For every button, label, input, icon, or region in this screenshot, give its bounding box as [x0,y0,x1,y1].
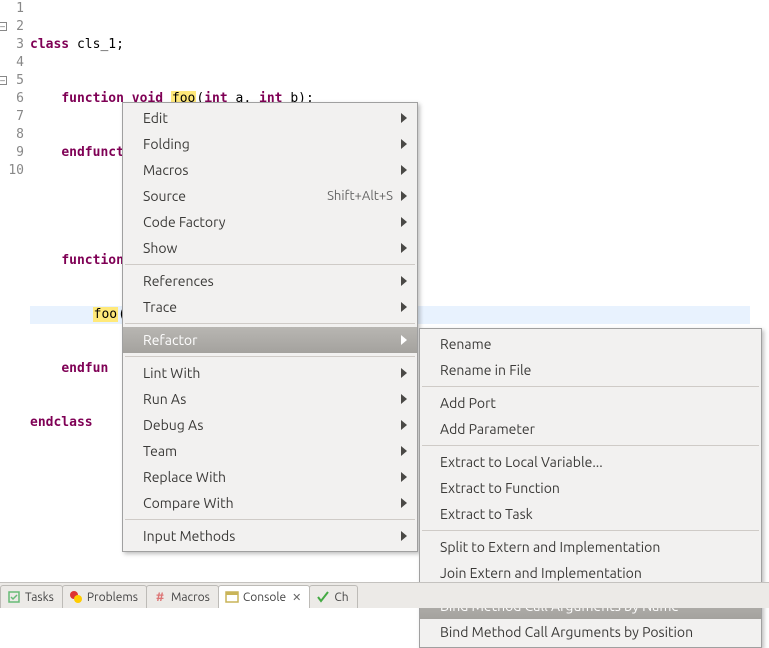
menu-trace[interactable]: Trace [123,294,417,320]
menu-replace-with[interactable]: Replace With [123,464,417,490]
tab-macros[interactable]: # Macros [146,585,219,608]
accel-source: Shift+Alt+S [327,189,393,203]
chevron-right-icon [401,394,407,404]
kw-endclass: endclass [30,415,93,430]
menu-macros[interactable]: Macros [123,157,417,183]
menu-separator [125,264,415,265]
menu-code-factory[interactable]: Code Factory [123,209,417,235]
tab-label: Problems [87,591,138,604]
chevron-right-icon [401,420,407,430]
chevron-right-icon [401,368,407,378]
chevron-right-icon [401,335,407,345]
menu-separator [422,445,759,446]
menu-input-methods[interactable]: Input Methods [123,523,417,549]
menu-separator [125,519,415,520]
tab-label: Console [243,591,286,604]
tab-console[interactable]: Console ✕ [218,585,310,608]
menu-references[interactable]: References [123,268,417,294]
line-number: –5 [0,72,24,90]
kw-function: function [61,91,124,106]
menu-edit[interactable]: Edit [123,105,417,131]
fn-foo-call: foo [93,307,118,322]
menu-rename-in-file[interactable]: Rename in File [420,357,761,383]
menu-compare-with[interactable]: Compare With [123,490,417,516]
line-number: 4 [0,54,24,72]
menu-separator [125,356,415,357]
id-cls1: cls_1 [77,37,116,52]
line-number: 6 [0,90,24,108]
kw-endfun-trunc: endfun [61,361,108,376]
fold-icon[interactable]: – [0,22,7,31]
menu-lint-with[interactable]: Lint With [123,360,417,386]
chevron-right-icon [401,217,407,227]
tasks-icon [7,590,21,604]
menu-folding[interactable]: Folding [123,131,417,157]
view-tabs: Tasks Problems # Macros Console ✕ Ch [0,582,769,608]
fold-icon[interactable]: – [0,76,7,85]
line-number: –2 [0,18,24,36]
chevron-right-icon [401,498,407,508]
menu-refactor[interactable]: Refactor [123,327,417,353]
chevron-right-icon [401,139,407,149]
menu-run-as[interactable]: Run As [123,386,417,412]
hash-icon: # [153,590,167,604]
chevron-right-icon [401,165,407,175]
chevron-right-icon [401,113,407,123]
menu-add-port[interactable]: Add Port [420,390,761,416]
menu-team[interactable]: Team [123,438,417,464]
problems-icon [69,590,83,604]
line-number: 1 [0,0,24,18]
chevron-right-icon [401,243,407,253]
tab-ch[interactable]: Ch [309,585,357,608]
tab-label: Ch [334,591,348,604]
line-number: 9 [0,144,24,162]
chevron-right-icon [401,446,407,456]
chevron-right-icon [401,276,407,286]
tab-label: Macros [171,591,210,604]
menu-separator [125,323,415,324]
kw-class: class [30,37,69,52]
menu-split-extern[interactable]: Split to Extern and Implementation [420,534,761,560]
chevron-right-icon [401,302,407,312]
menu-bind-args-by-position[interactable]: Bind Method Call Arguments by Position [420,619,761,645]
kw-function: function [61,253,124,268]
menu-source[interactable]: SourceShift+Alt+S [123,183,417,209]
tab-tasks[interactable]: Tasks [0,585,63,608]
chevron-right-icon [401,191,407,201]
menu-add-parameter[interactable]: Add Parameter [420,416,761,442]
line-number: 3 [0,36,24,54]
context-menu[interactable]: Edit Folding Macros SourceShift+Alt+S Co… [122,102,418,552]
console-icon [225,590,239,604]
line-gutter: 1 –2 3 4 –5 6 7 8 9 10 [0,0,28,180]
menu-show[interactable]: Show [123,235,417,261]
chevron-right-icon [401,472,407,482]
menu-separator [422,386,759,387]
menu-rename[interactable]: Rename [420,331,761,357]
tab-problems[interactable]: Problems [62,585,147,608]
line-number: 8 [0,126,24,144]
tab-label: Tasks [25,591,54,604]
semi: ; [116,37,124,52]
menu-extract-variable[interactable]: Extract to Local Variable... [420,449,761,475]
line-number: 7 [0,108,24,126]
menu-separator [422,530,759,531]
menu-extract-task[interactable]: Extract to Task [420,501,761,527]
close-icon[interactable]: ✕ [292,591,301,604]
menu-extract-function[interactable]: Extract to Function [420,475,761,501]
line-number: 10 [0,162,24,180]
chevron-right-icon [401,531,407,541]
menu-debug-as[interactable]: Debug As [123,412,417,438]
check-icon [316,590,330,604]
